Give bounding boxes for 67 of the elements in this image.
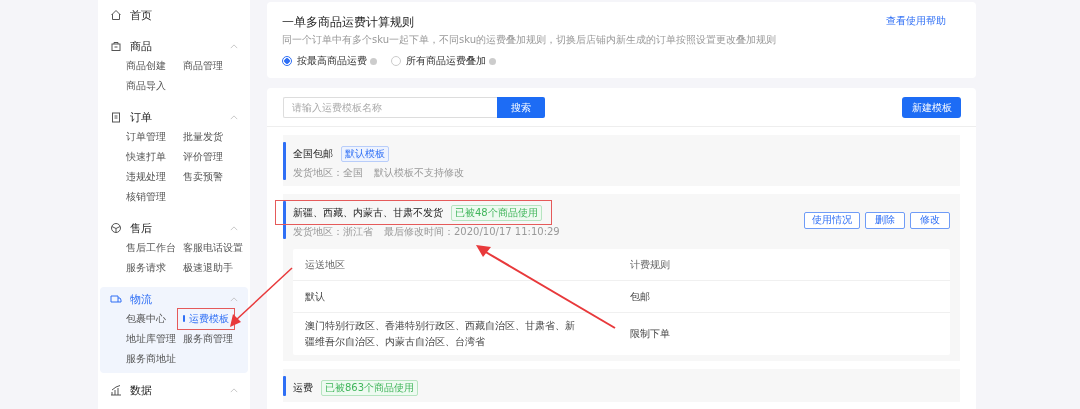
column-header: 运送地区	[304, 257, 346, 272]
menu-group-label[interactable]: 物流	[130, 291, 152, 307]
menu-group-label[interactable]: 数据	[130, 382, 152, 398]
menu-group-label[interactable]: 售后	[130, 220, 152, 236]
chevron-up-icon[interactable]	[230, 387, 238, 393]
accent-bar	[283, 376, 286, 396]
box-icon	[110, 222, 122, 234]
chart-icon	[110, 384, 122, 396]
menu-item[interactable]: 售卖预警	[183, 167, 223, 187]
menu-item[interactable]: 运费模板	[183, 309, 229, 329]
menu-item[interactable]: 服务商管理	[183, 329, 233, 349]
menu-item[interactable]: 服务请求	[126, 258, 166, 278]
action-button[interactable]: 使用情况	[804, 211, 860, 229]
action-button[interactable]: 删除	[865, 211, 905, 229]
menu-item[interactable]: 商品导入	[126, 76, 166, 96]
home-icon	[110, 9, 122, 21]
radio-button[interactable]	[282, 56, 292, 66]
table-cell-text: 限制下单	[629, 327, 670, 341]
template-detail: 发货地区：全国	[293, 166, 363, 180]
menu-item[interactable]: 售后工作台	[126, 238, 176, 258]
menu-item[interactable]: 地址库管理	[126, 329, 176, 349]
menu-item[interactable]: 核销管理	[126, 187, 166, 207]
menu-group-label[interactable]: 商品	[130, 38, 152, 54]
menu-group-label[interactable]: 首页	[130, 7, 152, 23]
radio-button[interactable]	[391, 56, 401, 66]
menu-item[interactable]: 评价管理	[183, 147, 223, 167]
new-template-button[interactable]: 新建模板	[902, 97, 961, 118]
menu-item[interactable]: 订单管理	[126, 127, 166, 147]
template-tag: 默认模板	[341, 146, 389, 162]
menu-item[interactable]: 违规处理	[126, 167, 166, 187]
accent-bar	[283, 201, 286, 239]
menu-item[interactable]: 服务商地址	[126, 349, 176, 369]
menu-item[interactable]: 极速退助手	[183, 258, 233, 278]
chevron-up-icon[interactable]	[230, 225, 238, 231]
table-cell-text: 包邮	[629, 289, 650, 304]
template-detail: 发货地区：浙江省	[293, 225, 373, 239]
search-button[interactable]: 搜索	[497, 97, 545, 118]
accent-bar	[283, 142, 286, 180]
template-detail: 最后修改时间：2020/10/17 11:10:29	[384, 225, 560, 239]
card-title: 一单多商品运费计算规则	[282, 14, 415, 31]
template-name: 运费	[293, 381, 313, 395]
menu-group-label[interactable]: 订单	[130, 109, 152, 125]
chevron-up-icon[interactable]	[230, 114, 238, 120]
radio-label[interactable]: 按最高商品运费	[297, 54, 367, 68]
truck-icon	[110, 293, 122, 305]
template-name: 新疆、西藏、内蒙古、甘肃不发货	[293, 206, 443, 220]
template-name: 全国包邮	[293, 147, 333, 161]
chevron-up-icon[interactable]	[230, 43, 238, 49]
menu-item[interactable]: 快速打单	[126, 147, 166, 167]
column-header: 计费规则	[629, 257, 670, 272]
clipboard-icon	[110, 111, 122, 123]
menu-item[interactable]: 批量发货	[183, 127, 223, 147]
chevron-up-icon[interactable]	[230, 296, 238, 302]
menu-item[interactable]: 商品管理	[183, 56, 223, 76]
template-tag: 已被863个商品使用	[321, 380, 419, 396]
menu-item[interactable]: 商品创建	[126, 56, 166, 76]
action-button[interactable]: 修改	[910, 211, 950, 229]
bag-icon	[110, 40, 122, 52]
template-detail: 默认模板不支持修改	[374, 166, 464, 180]
radio-label[interactable]: 所有商品运费叠加	[406, 54, 486, 68]
table-cell-text: 澳门特别行政区、香港特别行政区、西藏自治区、甘肃省、新疆维吾尔自治区、内蒙古自治区、台湾省	[304, 319, 576, 349]
menu-item[interactable]: 客服电话设置	[183, 238, 243, 258]
help-link[interactable]: 查看使用帮助	[886, 14, 946, 47]
search-field[interactable]: 请输入运费模板名称	[283, 97, 497, 118]
table-cell-text: 默认	[304, 289, 326, 304]
menu-item[interactable]: 包裹中心	[126, 309, 166, 329]
template-tag: 已被48个商品使用	[451, 205, 542, 221]
